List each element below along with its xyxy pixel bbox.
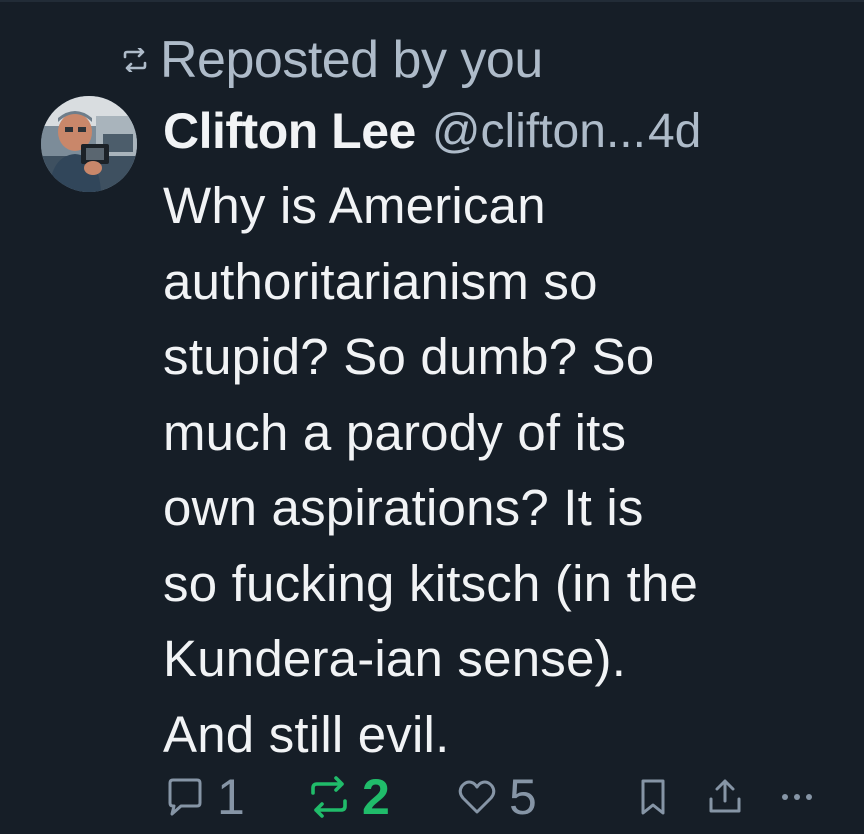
bookmark-icon [633,775,673,819]
avatar[interactable] [41,96,137,192]
repost-icon [306,775,352,819]
reply-count: 1 [217,769,245,825]
post-time[interactable]: 4d [648,104,701,159]
reply-button[interactable]: 1 [163,762,245,832]
post-actions: 1 2 5 [163,762,843,832]
share-icon [703,775,747,819]
repost-label: Reposted by you [160,31,543,89]
more-icon [775,775,819,819]
post-text: Why is American authoritarianism so stup… [163,177,699,763]
repost-count: 2 [362,769,390,825]
more-button[interactable] [775,762,819,832]
like-button[interactable]: 5 [455,762,537,832]
heart-icon [455,775,499,819]
author-handle[interactable]: @clifton... [432,104,646,159]
avatar-photo [41,96,137,192]
post-header: Clifton Lee @clifton... 4d [163,100,843,162]
bookmark-button[interactable] [633,762,673,832]
share-button[interactable] [703,762,747,832]
like-count: 5 [509,769,537,825]
top-divider [0,0,864,2]
repost-icon [120,45,150,75]
author-name[interactable]: Clifton Lee [163,102,416,160]
reply-icon [163,775,207,819]
repost-button[interactable]: 2 [306,762,390,832]
repost-banner[interactable]: Reposted by you [120,30,543,90]
